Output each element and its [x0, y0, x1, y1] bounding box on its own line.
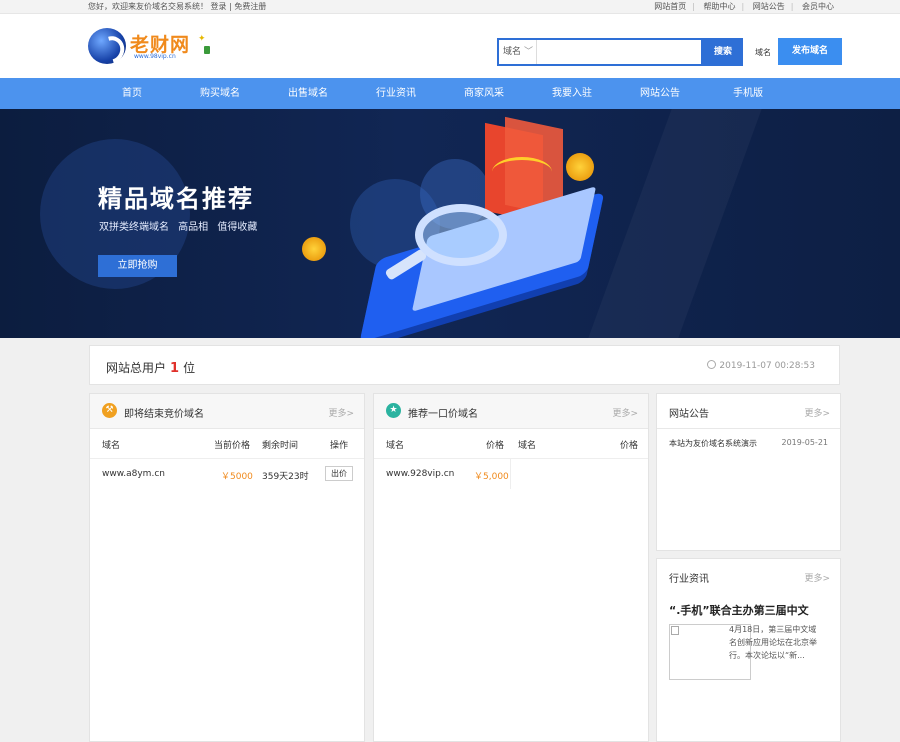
nav-home[interactable]: 首页: [122, 78, 142, 109]
domain-link[interactable]: www.a8ym.cn: [102, 469, 165, 479]
server-time-value: 2019-11-07 00:28:53: [719, 361, 815, 371]
more-link[interactable]: 更多>: [804, 406, 830, 419]
banner-title: 精品域名推荐: [98, 185, 254, 213]
news-panel: 行业资讯 更多> “.手机”联合主办第三届中文 4月18日，第三届中文域名创新应…: [656, 558, 841, 742]
shield-icon: [204, 46, 210, 54]
panel-title: 网站公告: [669, 409, 709, 420]
column-header: 域名: [386, 441, 405, 451]
news-headline[interactable]: “.手机”联合主办第三届中文: [669, 602, 809, 618]
notice-date: 2019-05-21: [781, 438, 829, 447]
top-links: 网站首页 | 帮助中心 | 网站公告 | 会员中心: [654, 2, 834, 11]
login-link[interactable]: 登录: [211, 2, 227, 11]
welcome-message: 您好，欢迎来友价域名交易系统！: [88, 2, 208, 11]
search-type-select[interactable]: 域名 ﹀: [499, 40, 537, 64]
table-row: www.928vip.cn ￥5,000: [374, 459, 511, 489]
remaining-time: 359天23时: [262, 472, 309, 482]
price: ￥5,000: [474, 472, 509, 482]
site-logo[interactable]: 老财网 www.98vip.cn ✦: [88, 28, 210, 64]
total-users-unit: 位: [183, 361, 196, 375]
search-box: 域名 ﹀: [497, 38, 703, 66]
top-link-member[interactable]: 会员中心: [802, 2, 834, 11]
fixed-price-panel: ★ 推荐一口价域名 更多> 域名 价格 域名 价格 www.928vip.cn …: [373, 393, 649, 742]
panel-title: 行业资讯: [669, 574, 709, 585]
top-link-home[interactable]: 网站首页: [654, 2, 686, 11]
top-link-notice[interactable]: 网站公告: [753, 2, 785, 11]
search-input[interactable]: [539, 42, 699, 62]
coin-icon: [566, 153, 594, 181]
star-icon: ★: [386, 403, 401, 418]
news-excerpt: 4月18日，第三届中文域名创新应用论坛在北京举行。本次论坛以“新...: [729, 625, 817, 660]
current-price: ￥5000: [221, 472, 253, 482]
star-icon: ✦: [198, 34, 206, 44]
more-link[interactable]: 更多>: [328, 406, 354, 419]
column-header: 域名: [518, 441, 537, 451]
column-header: 域名: [102, 441, 121, 451]
magnifier-icon: [415, 204, 507, 266]
column-header: 操作: [330, 441, 349, 451]
panel-title: 即将结束竞价域名: [124, 409, 204, 420]
banner-subtitle: 双拼类终端域名 高品相 值得收藏: [99, 222, 258, 233]
banner-decoration: [588, 109, 762, 338]
server-time: 2019-11-07 00:28:53: [707, 360, 815, 371]
search-button[interactable]: 搜索: [703, 38, 743, 66]
panel-title: 推荐一口价域名: [408, 409, 478, 420]
hero-banner[interactable]: 精品域名推荐 双拼类终端域名 高品相 值得收藏 立即抢购: [0, 109, 900, 338]
column-header: 价格: [486, 441, 505, 451]
chevron-down-icon: ﹀: [523, 47, 533, 57]
search-type-value: 域名: [503, 47, 522, 57]
top-bar: 您好，欢迎来友价域名交易系统！ 登录 | 免费注册 网站首页 | 帮助中心 | 网站…: [0, 0, 900, 14]
coin-icon: [302, 237, 326, 261]
nav-notice[interactable]: 网站公告: [640, 78, 680, 109]
nav-join[interactable]: 我要入驻: [552, 78, 592, 109]
top-link-help[interactable]: 帮助中心: [704, 2, 736, 11]
column-header: 价格: [620, 441, 639, 451]
nav-news[interactable]: 行业资讯: [376, 78, 416, 109]
panel-header: 行业资讯 更多>: [657, 559, 840, 594]
table-header: 域名 当前价格 剩余时间 操作: [90, 429, 364, 459]
notice-item[interactable]: 本站为友价域名系统演示: [669, 438, 757, 449]
table-header: 域名 价格 域名 价格: [374, 429, 648, 459]
more-link[interactable]: 更多>: [612, 406, 638, 419]
header: 老财网 www.98vip.cn ✦ 域名 ﹀ 搜索 域名 发布域名: [0, 14, 900, 78]
total-users-count: 1: [170, 361, 180, 376]
nav-sell[interactable]: 出售域名: [288, 78, 328, 109]
broken-image-icon: [671, 626, 679, 635]
nav-buy[interactable]: 购买域名: [200, 78, 240, 109]
more-link[interactable]: 更多>: [804, 571, 830, 584]
bid-button[interactable]: 出价: [325, 466, 353, 481]
buy-now-button[interactable]: 立即抢购: [98, 255, 177, 277]
chart-line-illustration: [492, 157, 552, 187]
welcome-text: 您好，欢迎来友价域名交易系统！ 登录 | 免费注册: [88, 2, 267, 11]
hammer-icon: ⚒: [102, 403, 117, 418]
auction-panel: ⚒ 即将结束竞价域名 更多> 域名 当前价格 剩余时间 操作 www.a8ym.…: [89, 393, 365, 742]
column-header: 当前价格: [214, 441, 251, 451]
logo-domain: www.98vip.cn: [134, 53, 176, 60]
column-header: 剩余时间: [262, 441, 299, 451]
domain-link[interactable]: www.928vip.cn: [386, 469, 454, 479]
user-stats-bar: 网站总用户 1 位 2019-11-07 00:28:53: [89, 345, 840, 385]
domain-label[interactable]: 域名: [755, 47, 771, 58]
globe-logo-icon: [88, 28, 126, 64]
nav-mobile[interactable]: 手机版: [733, 78, 763, 109]
total-users: 网站总用户 1 位: [106, 359, 195, 376]
panel-header: 网站公告 更多>: [657, 394, 840, 429]
clock-icon: [707, 360, 717, 369]
search-bar: 域名 ﹀ 搜索: [497, 38, 743, 66]
table-row: www.a8ym.cn ￥5000 359天23时 出价: [90, 459, 364, 489]
publish-domain-button[interactable]: 发布域名: [778, 38, 842, 65]
register-link[interactable]: 免费注册: [234, 2, 266, 11]
panel-header: ★ 推荐一口价域名 更多>: [374, 394, 648, 429]
notice-panel: 网站公告 更多> 本站为友价域名系统演示 2019-05-21: [656, 393, 841, 551]
main-nav: 首页 购买域名 出售域名 行业资讯 商家风采 我要入驻 网站公告 手机版: [0, 78, 900, 109]
nav-merchants[interactable]: 商家风采: [464, 78, 504, 109]
total-users-label: 网站总用户: [106, 361, 167, 375]
panel-header: ⚒ 即将结束竞价域名 更多>: [90, 394, 364, 429]
